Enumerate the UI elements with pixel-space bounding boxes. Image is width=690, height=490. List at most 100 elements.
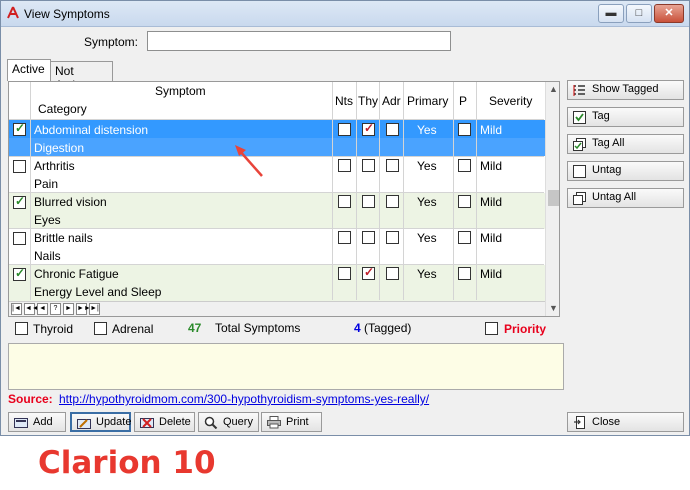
priority-checkbox[interactable] <box>485 322 498 335</box>
row-tag-checkbox[interactable] <box>13 160 26 173</box>
thy-checkbox[interactable] <box>362 121 375 136</box>
add-label: Add <box>33 416 53 428</box>
header-thy[interactable]: Thy <box>358 94 378 108</box>
row-tag-checkbox[interactable] <box>13 121 26 136</box>
notes-memo-field[interactable] <box>8 343 564 390</box>
thy-checkbox[interactable] <box>362 159 375 172</box>
show-tagged-button[interactable]: Show Tagged <box>567 80 684 100</box>
nts-checkbox[interactable] <box>338 267 351 280</box>
p-checkbox[interactable] <box>458 159 471 172</box>
symptom-search-input[interactable] <box>147 31 451 51</box>
tag-all-button[interactable]: Tag All <box>567 134 684 154</box>
scroll-up-icon[interactable]: ▲ <box>546 82 559 97</box>
adr-checkbox[interactable] <box>386 195 399 208</box>
header-adr[interactable]: Adr <box>382 94 401 108</box>
nts-checkbox[interactable] <box>338 195 351 208</box>
untag-button[interactable]: Untag <box>567 161 684 181</box>
close-window-button[interactable]: ✕ <box>654 4 684 23</box>
thy-checkbox[interactable] <box>362 265 375 280</box>
thy-checkbox[interactable] <box>362 195 375 208</box>
thyroid-checkbox[interactable] <box>15 322 28 335</box>
minimize-icon: ▬ <box>605 7 617 19</box>
grid-vertical-scrollbar[interactable]: ▲ ▼ <box>545 82 559 316</box>
print-label: Print <box>286 416 309 428</box>
add-button[interactable]: Add <box>8 412 66 432</box>
adr-checkbox[interactable] <box>386 123 399 136</box>
adrenal-checkbox[interactable] <box>94 322 107 335</box>
tag-all-label: Tag All <box>592 137 625 149</box>
print-button[interactable]: Print <box>261 412 322 432</box>
tag-button[interactable]: Tag <box>567 107 684 127</box>
scroll-down-icon[interactable]: ▼ <box>546 301 559 316</box>
primary-value: Yes <box>417 159 437 173</box>
severity-value: Mild <box>480 195 503 209</box>
source-link[interactable]: http://hypothyroidmom.com/300-hypothyroi… <box>59 392 429 406</box>
query-magnifier-icon <box>204 416 218 429</box>
severity-value: Mild <box>480 231 503 245</box>
update-button[interactable]: Update <box>70 412 131 432</box>
add-record-icon <box>14 418 28 428</box>
adrenal-label: Adrenal <box>112 322 154 336</box>
p-checkbox[interactable] <box>458 195 471 208</box>
delete-button[interactable]: Delete <box>134 412 195 432</box>
nav-next-button[interactable]: ► <box>63 303 74 315</box>
row-tag-checkbox[interactable] <box>13 194 26 209</box>
p-checkbox[interactable] <box>458 267 471 280</box>
header-p[interactable]: P <box>459 94 467 108</box>
adr-checkbox[interactable] <box>386 267 399 280</box>
header-category[interactable]: Category <box>38 102 87 116</box>
nts-checkbox[interactable] <box>338 231 351 244</box>
close-button[interactable]: Close <box>567 412 684 432</box>
delete-label: Delete <box>159 416 191 428</box>
untag-all-label: Untag All <box>592 191 637 203</box>
nav-next-page-button[interactable]: ►► <box>76 303 91 315</box>
caption-clarion-10: Clarion 10 <box>38 445 216 481</box>
edit-record-icon <box>77 419 91 429</box>
door-exit-icon <box>574 416 585 429</box>
adr-checkbox[interactable] <box>386 231 399 244</box>
minimize-button[interactable]: ▬ <box>598 4 624 23</box>
header-nts[interactable]: Nts <box>335 94 353 108</box>
query-button[interactable]: Query <box>198 412 259 432</box>
header-severity[interactable]: Severity <box>489 94 532 108</box>
delete-record-icon <box>140 418 154 428</box>
table-row-selected-category[interactable] <box>9 138 545 156</box>
tab-not-active[interactable]: Not Active <box>50 61 113 92</box>
grid-navigation-bar: |◄ ◄◄ ◄ ? ► ►► ►| <box>9 301 545 316</box>
adr-checkbox[interactable] <box>386 159 399 172</box>
view-symptoms-window: View Symptoms ▬ □ ✕ Symptom: Active Not … <box>0 0 690 436</box>
symptom-name: Chronic Fatigue <box>34 267 119 281</box>
tagged-label: (Tagged) <box>364 321 412 335</box>
tagged-count: 4 <box>354 321 361 335</box>
p-checkbox[interactable] <box>458 231 471 244</box>
symptom-search-label: Symptom: <box>84 35 139 49</box>
checkbox-multi-empty-icon <box>573 192 586 205</box>
row-tag-checkbox[interactable] <box>13 266 26 281</box>
p-checkbox[interactable] <box>458 123 471 136</box>
tab-active[interactable]: Active <box>7 59 51 81</box>
row-tag-checkbox[interactable] <box>13 232 26 245</box>
symptom-category: Eyes <box>34 213 61 227</box>
symptom-name: Brittle nails <box>34 231 93 245</box>
scroll-thumb[interactable] <box>548 190 559 206</box>
nav-last-button[interactable]: ►| <box>89 303 100 315</box>
source-label: Source: <box>8 392 53 406</box>
maximize-button[interactable]: □ <box>626 4 652 23</box>
nts-checkbox[interactable] <box>338 123 351 136</box>
app-icon <box>7 6 19 19</box>
nav-locate-button[interactable]: ? <box>50 303 61 315</box>
window-title: View Symptoms <box>24 7 110 21</box>
header-symptom[interactable]: Symptom <box>155 84 206 98</box>
nav-first-button[interactable]: |◄ <box>11 303 22 315</box>
nts-checkbox[interactable] <box>338 159 351 172</box>
printer-icon <box>267 416 281 429</box>
symptom-category: Nails <box>34 249 61 263</box>
header-primary[interactable]: Primary <box>407 94 448 108</box>
nav-prev-page-button[interactable]: ◄◄ <box>24 303 39 315</box>
untag-all-button[interactable]: Untag All <box>567 188 684 208</box>
symptom-category: Pain <box>34 177 59 191</box>
nav-prev-button[interactable]: ◄ <box>37 303 48 315</box>
thy-checkbox[interactable] <box>362 231 375 244</box>
untag-label: Untag <box>592 164 622 176</box>
severity-value: Mild <box>480 267 503 281</box>
